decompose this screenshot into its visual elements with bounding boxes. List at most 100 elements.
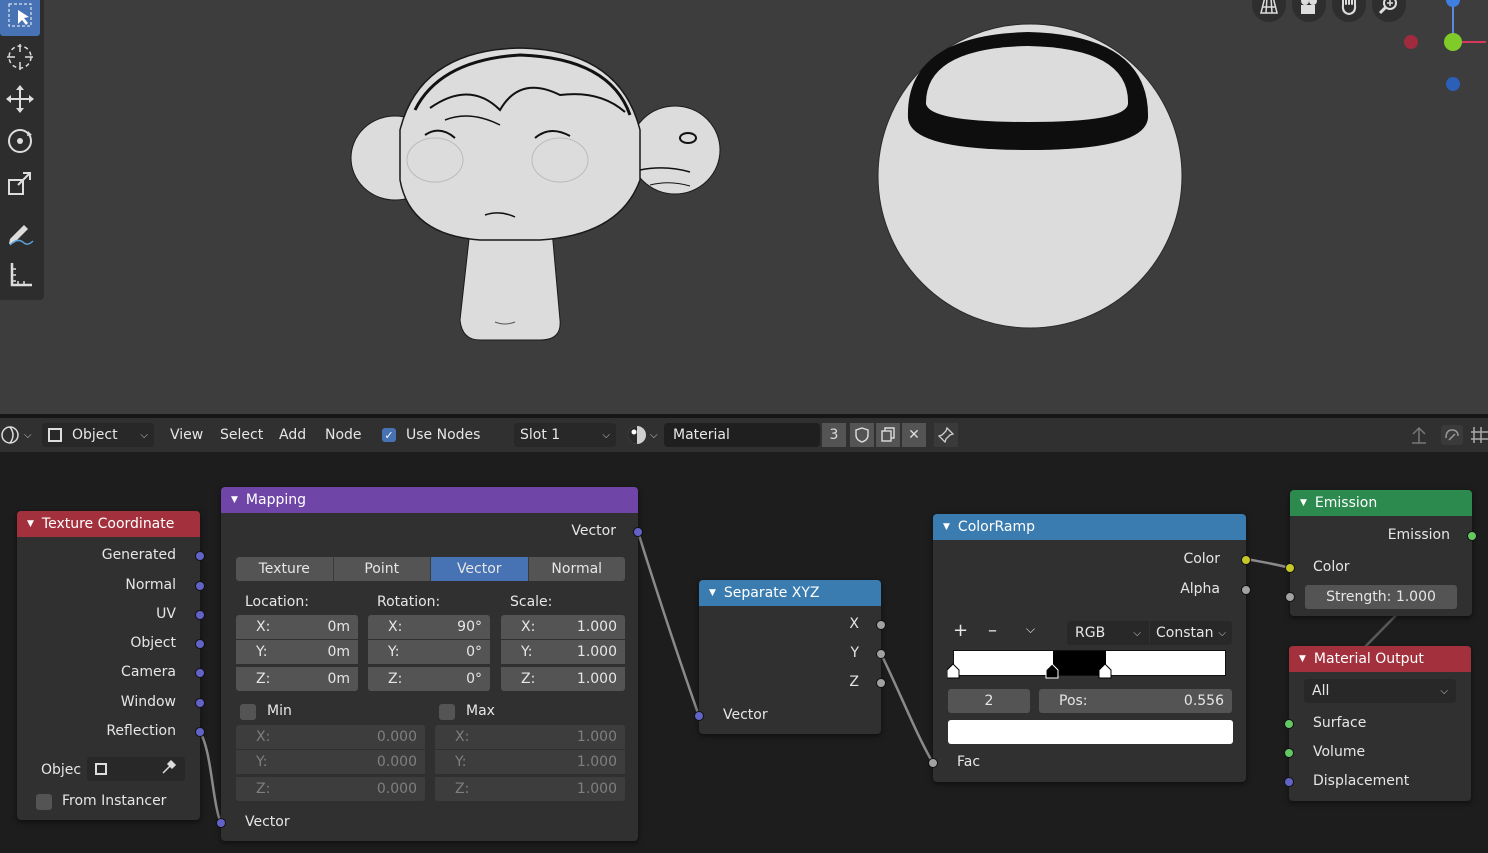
max-y-field[interactable]: Y: 1.000	[435, 750, 625, 774]
socket-uv[interactable]	[195, 610, 205, 620]
snap-mode-button[interactable]	[1470, 418, 1488, 452]
node-editor-canvas[interactable]: ▼ Texture Coordinate Generated Normal UV…	[0, 452, 1488, 853]
new-material-button[interactable]	[876, 418, 900, 452]
eyedropper-icon[interactable]	[161, 759, 177, 779]
node-header[interactable]: ▼ Mapping	[221, 487, 638, 513]
rotate-tool[interactable]	[0, 120, 40, 162]
max-z-field[interactable]: Z: 1.000	[435, 777, 625, 801]
menu-view[interactable]: View	[170, 418, 203, 452]
editor-mode-dropdown[interactable]: Object ⌵	[42, 418, 154, 452]
location-y-field[interactable]: Y: 0m	[236, 640, 358, 664]
menu-node[interactable]: Node	[325, 418, 362, 452]
min-x-field[interactable]: X: 0.000	[236, 725, 425, 749]
node-header[interactable]: ▼ Separate XYZ	[699, 580, 881, 606]
ramp-stop-2[interactable]	[1045, 663, 1059, 679]
socket-object[interactable]	[195, 639, 205, 649]
socket-surface[interactable]	[1284, 719, 1294, 729]
menu-add[interactable]: Add	[279, 418, 306, 452]
scale-y-field[interactable]: Y: 1.000	[501, 640, 625, 664]
collapse-triangle-icon[interactable]: ▼	[1299, 654, 1306, 664]
use-nodes-toggle[interactable]: ✓ Use Nodes	[382, 418, 480, 452]
socket-vector-out[interactable]	[633, 527, 643, 537]
remove-stop-button[interactable]: –	[988, 620, 997, 641]
socket-fac-in[interactable]	[928, 758, 938, 768]
color-mode-dropdown[interactable]: RGB ⌵	[1067, 621, 1149, 645]
socket-color-out[interactable]	[1241, 555, 1251, 565]
socket-vector-in[interactable]	[216, 818, 226, 828]
select-box-tool[interactable]	[0, 0, 40, 36]
material-name-text[interactable]: Material	[664, 423, 820, 447]
socket-y[interactable]	[876, 649, 886, 659]
socket-camera[interactable]	[195, 668, 205, 678]
socket-displacement[interactable]	[1284, 777, 1294, 787]
pin-button[interactable]	[934, 418, 958, 452]
node-header[interactable]: ▼ Emission	[1290, 490, 1472, 516]
node-header[interactable]: ▼ Texture Coordinate	[17, 511, 200, 537]
scale-x-field[interactable]: X: 1.000	[501, 615, 625, 639]
type-point-button[interactable]: Point	[333, 557, 431, 581]
type-texture-button[interactable]: Texture	[236, 557, 334, 581]
type-vector-button[interactable]: Vector	[431, 557, 529, 581]
parent-node-tree-button[interactable]	[1408, 418, 1430, 452]
mapping-node[interactable]: ▼ Mapping Vector Texture Point Vector No…	[216, 487, 643, 841]
collapse-triangle-icon[interactable]: ▼	[709, 588, 716, 598]
user-count-button[interactable]: 3	[822, 418, 846, 452]
annotate-tool[interactable]	[0, 212, 40, 254]
cursor-tool[interactable]	[0, 36, 40, 78]
3d-viewport[interactable]	[0, 0, 1488, 414]
texture-coordinate-node[interactable]: ▼ Texture Coordinate Generated Normal UV…	[17, 511, 205, 820]
editor-type-button[interactable]: ⌵	[0, 418, 32, 452]
navigation-gizmo[interactable]	[1378, 0, 1488, 100]
measure-tool[interactable]	[0, 254, 40, 296]
min-y-field[interactable]: Y: 0.000	[236, 750, 425, 774]
socket-reflection[interactable]	[195, 727, 205, 737]
active-stop-index[interactable]: 2	[948, 689, 1030, 713]
ramp-stop-1[interactable]	[947, 663, 960, 679]
separate-xyz-node[interactable]: ▼ Separate XYZ X Y Z Vector	[694, 580, 886, 734]
location-z-field[interactable]: Z: 0m	[236, 667, 358, 691]
max-checkbox[interactable]	[439, 704, 455, 720]
target-dropdown[interactable]: All ⌵	[1304, 679, 1456, 703]
node-header[interactable]: ▼ ColorRamp	[933, 514, 1246, 540]
emission-node[interactable]: ▼ Emission Emission Color Strength: 1.00…	[1285, 490, 1477, 616]
stop-position-field[interactable]: Pos: 0.556	[1039, 689, 1232, 713]
snap-button[interactable]	[1440, 418, 1464, 452]
from-instancer-checkbox[interactable]	[36, 794, 52, 810]
min-z-field[interactable]: Z: 0.000	[236, 777, 425, 801]
interpolation-dropdown[interactable]: Constan ⌵	[1150, 621, 1232, 645]
socket-emission-out[interactable]	[1467, 531, 1477, 541]
scale-tool[interactable]	[0, 162, 40, 204]
socket-strength-in[interactable]	[1285, 592, 1295, 602]
socket-generated[interactable]	[195, 551, 205, 561]
colorramp-node[interactable]: ▼ ColorRamp Color Alpha + – ⌵ RGB ⌵ Const…	[928, 514, 1251, 782]
socket-z[interactable]	[876, 678, 886, 688]
rotation-y-field[interactable]: Y: 0°	[368, 640, 490, 664]
location-x-field[interactable]: X: 0m	[236, 615, 358, 639]
node-header[interactable]: ▼ Material Output	[1289, 646, 1471, 672]
scale-z-field[interactable]: Z: 1.000	[501, 667, 625, 691]
material-output-node[interactable]: ▼ Material Output All ⌵ Surface Volume Di…	[1284, 646, 1471, 801]
collapse-triangle-icon[interactable]: ▼	[1300, 498, 1307, 508]
socket-normal[interactable]	[195, 581, 205, 591]
add-stop-button[interactable]: +	[953, 620, 968, 641]
move-tool[interactable]	[0, 78, 40, 120]
ramp-menu-button[interactable]: ⌵	[1026, 622, 1035, 637]
browse-material-button[interactable]: ⌵	[626, 418, 658, 452]
min-checkbox[interactable]	[240, 704, 256, 720]
fake-user-button[interactable]	[850, 418, 874, 452]
slot-dropdown[interactable]: Slot 1 ⌵	[514, 418, 616, 452]
stop-color-swatch[interactable]	[948, 720, 1233, 744]
socket-volume[interactable]	[1284, 748, 1294, 758]
socket-alpha-out[interactable]	[1241, 585, 1251, 595]
rotation-z-field[interactable]: Z: 0°	[368, 667, 490, 691]
material-name-field[interactable]: Material	[664, 418, 820, 452]
socket-vector-in[interactable]	[694, 711, 704, 721]
menu-select[interactable]: Select	[220, 418, 263, 452]
socket-color-in[interactable]	[1285, 563, 1295, 573]
socket-window[interactable]	[195, 698, 205, 708]
collapse-triangle-icon[interactable]: ▼	[943, 522, 950, 532]
strength-field[interactable]: Strength: 1.000	[1305, 585, 1457, 609]
collapse-triangle-icon[interactable]: ▼	[27, 519, 34, 529]
collapse-triangle-icon[interactable]: ▼	[231, 495, 238, 505]
object-picker-field[interactable]	[87, 757, 185, 781]
